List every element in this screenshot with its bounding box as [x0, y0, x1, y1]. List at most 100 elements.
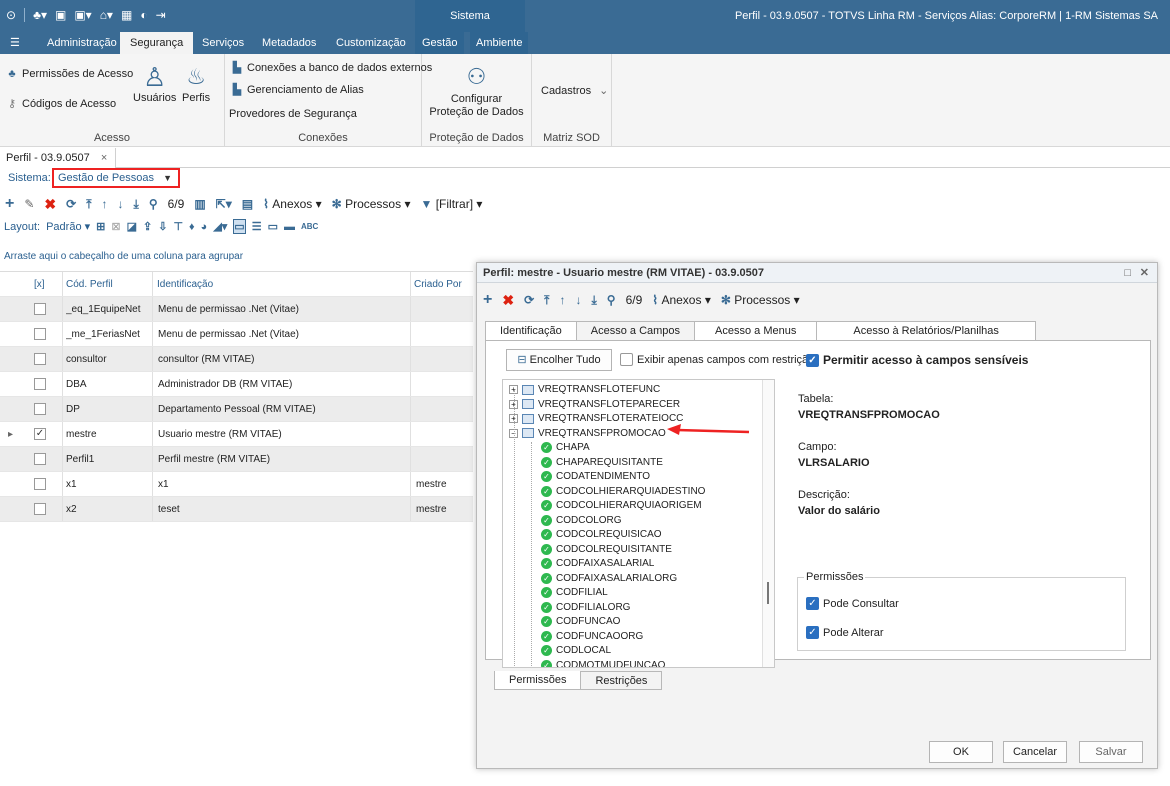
row-checkbox[interactable] [34, 453, 46, 465]
table-row[interactable]: _eq_1EquipeNet Menu de permissao .Net (Vi… [0, 297, 473, 322]
window-icon[interactable]: ▣ [55, 8, 66, 22]
row-checkbox[interactable] [34, 478, 46, 490]
tab-acesso-menus[interactable]: Acesso a Menus [694, 321, 818, 341]
sistema-context-tab[interactable]: Sistema [415, 0, 525, 32]
pode-alterar-checkbox[interactable]: ✓ Pode Alterar [806, 626, 884, 639]
table-row[interactable]: DP Departamento Pessoal (RM VITAE) [0, 397, 473, 422]
gerenciamento-alias-button[interactable]: ▙ Gerenciamento de Alias [231, 84, 364, 96]
cancel-button[interactable]: Cancelar [1003, 741, 1067, 763]
first-icon[interactable]: ⤒ [86, 197, 91, 212]
row-checkbox[interactable] [34, 503, 46, 515]
view-split-icon[interactable]: ▭ [268, 220, 278, 233]
tree-table-node[interactable]: + VREQTRANSFLOTERATEIOCC [509, 413, 683, 424]
tree-field-node[interactable]: ✓ CODCOLHIERARQUIAORIGEM [541, 500, 702, 511]
tree-table-node[interactable]: + VREQTRANSFLOTEPARECER [509, 399, 680, 410]
tree-field-node[interactable]: ✓ CODLOCAL [541, 645, 611, 656]
up-icon[interactable]: ↑ [559, 293, 565, 307]
table-row[interactable]: _me_1FeriasNet Menu de permissao .Net (Vi… [0, 322, 473, 347]
provedores-button[interactable]: Provedores de Segurança [229, 108, 357, 120]
tree-field-node[interactable]: ✓ CODMOTMUDFUNCAO [541, 659, 665, 667]
table-row[interactable]: consultor consultor (RM VITAE) [0, 347, 473, 372]
down-icon[interactable]: ↓ [575, 293, 581, 307]
tab-acesso-relatorios[interactable]: Acesso à Relatórios/Planilhas [816, 321, 1036, 341]
refresh-icon[interactable]: ⟳ [524, 293, 534, 307]
header-criado-por[interactable]: Criado Por [410, 272, 462, 296]
tree-field-node[interactable]: ✓ CODCOLHIERARQUIADESTINO [541, 485, 705, 497]
conexoes-banco-button[interactable]: ▙ Conexões a banco de dados externos [231, 62, 433, 74]
encolher-tudo-button[interactable]: ⊟ Encolher Tudo [506, 349, 612, 371]
tree-field-node[interactable]: ✓ CODFILIAL [541, 587, 608, 598]
row-checkbox[interactable] [34, 378, 46, 390]
down-icon[interactable]: ↓ [118, 197, 124, 211]
anexos-button[interactable]: ⌇ Anexos ▾ [263, 197, 322, 211]
close-icon[interactable]: × [101, 152, 107, 164]
sistema-select[interactable]: Gestão de Pessoas ▼ [52, 168, 180, 188]
tab-identificacao[interactable]: Identificação [485, 321, 577, 341]
abc-icon[interactable]: ABC [301, 222, 318, 231]
tree-field-node[interactable]: ✓ CODFILIALORG [541, 601, 630, 613]
last-icon[interactable]: ⤓ [591, 293, 596, 308]
row-checkbox[interactable] [34, 328, 46, 340]
view-grid-icon[interactable]: ☰ [252, 220, 262, 233]
grid-icon[interactable]: ▦ [121, 8, 132, 22]
dialog-anexos-button[interactable]: ⌇ Anexos ▾ [652, 293, 711, 307]
tree-field-node[interactable]: ✓ CODCOLORG [541, 514, 622, 526]
codigos-acesso-button[interactable]: ⚷ Códigos de Acesso [6, 98, 116, 110]
brush-icon[interactable]: ♦ [189, 221, 195, 233]
tree-table-node[interactable]: − VREQTRANSFPROMOCAO [509, 428, 666, 439]
tree-field-node[interactable]: ✓ CODFAIXASALARIALORG [541, 572, 677, 584]
permissoes-acesso-button[interactable]: ♣ Permissões de Acesso [6, 68, 133, 80]
add-icon[interactable]: + [5, 195, 14, 213]
table-row[interactable]: x1 x1 mestre [0, 472, 473, 497]
edit-icon[interactable]: ✎ [24, 197, 34, 211]
sensitive-checkbox[interactable]: ✓ Permitir acesso à campos sensíveis [806, 353, 1028, 367]
cadastros-dropdown[interactable]: Cadastros ⌄ [541, 84, 608, 98]
menu-grid-icon[interactable]: ☰ [10, 32, 20, 54]
pin-icon[interactable]: ⊤ [173, 220, 183, 233]
pode-consultar-checkbox[interactable]: ✓ Pode Consultar [806, 597, 899, 610]
menu-seguranca[interactable]: Segurança [120, 32, 194, 54]
view-form-icon[interactable]: ▭ [233, 219, 246, 234]
usuarios-button[interactable]: ♙ Usuários [133, 62, 176, 104]
layout-add-icon[interactable]: ⊞ [96, 220, 105, 233]
menu-metadados[interactable]: Metadados [262, 32, 316, 54]
refresh-icon[interactable]: ⟳ [66, 197, 76, 211]
first-icon[interactable]: ⤒ [544, 293, 549, 308]
tab-restricoes[interactable]: Restrições [580, 671, 663, 690]
layout-icon[interactable]: ▣▾ [74, 8, 91, 22]
maximize-icon[interactable]: □ [1124, 263, 1131, 283]
home-icon[interactable]: ⌂▾ [100, 8, 113, 22]
ok-button[interactable]: OK [929, 741, 993, 763]
color-icon[interactable]: ◕ [201, 221, 208, 233]
tree-table-node[interactable]: + VREQTRANSFLOTEFUNC [509, 384, 660, 395]
layout-save-icon[interactable]: ◪ [127, 220, 137, 233]
table-row[interactable]: ▸ ✓ mestre Usuario mestre (RM VITAE) [0, 422, 473, 447]
menu-servicos[interactable]: Serviços [202, 32, 244, 54]
scrollbar-thumb[interactable] [767, 582, 769, 604]
tab-acesso-campos[interactable]: Acesso a Campos [575, 321, 696, 341]
tree-field-node[interactable]: ✓ CHAPA [541, 442, 590, 453]
view-list-icon[interactable]: ▬ [284, 221, 295, 233]
filtrar-button[interactable]: ▼ [Filtrar] ▾ [420, 197, 482, 211]
dialog-processos-button[interactable]: ✻ Processos ▾ [721, 293, 800, 307]
header-codigo[interactable]: Cód. Perfil [62, 272, 113, 296]
tree-field-node[interactable]: ✓ CHAPAREQUISITANTE [541, 456, 663, 468]
layout-upload-icon[interactable]: ⇪ [143, 220, 152, 233]
up-icon[interactable]: ↑ [102, 197, 108, 211]
users-icon[interactable]: ♣▾ [33, 8, 47, 22]
tree-field-node[interactable]: ✓ CODATENDIMENTO [541, 471, 650, 482]
header-select[interactable]: [x] [34, 272, 45, 296]
processos-button[interactable]: ✻ Processos ▾ [332, 197, 411, 211]
tree-field-node[interactable]: ✓ CODFAIXASALARIAL [541, 558, 654, 569]
tree-field-node[interactable]: ✓ CODCOLREQUISITANTE [541, 543, 672, 555]
row-checkbox[interactable] [34, 403, 46, 415]
menu-customizacao[interactable]: Customização [336, 32, 406, 54]
tree-field-node[interactable]: ✓ CODCOLREQUISICAO [541, 529, 662, 540]
columns-icon[interactable]: ▥ [194, 197, 205, 211]
menu-gestao[interactable]: Gestão [415, 32, 465, 54]
close-icon[interactable]: ✕ [1140, 263, 1149, 283]
header-identificacao[interactable]: Identificação [152, 272, 213, 296]
search-icon[interactable]: ⚲ [607, 293, 616, 307]
menu-ambiente[interactable]: Ambiente [470, 32, 529, 54]
tree-scrollbar[interactable] [762, 380, 774, 667]
